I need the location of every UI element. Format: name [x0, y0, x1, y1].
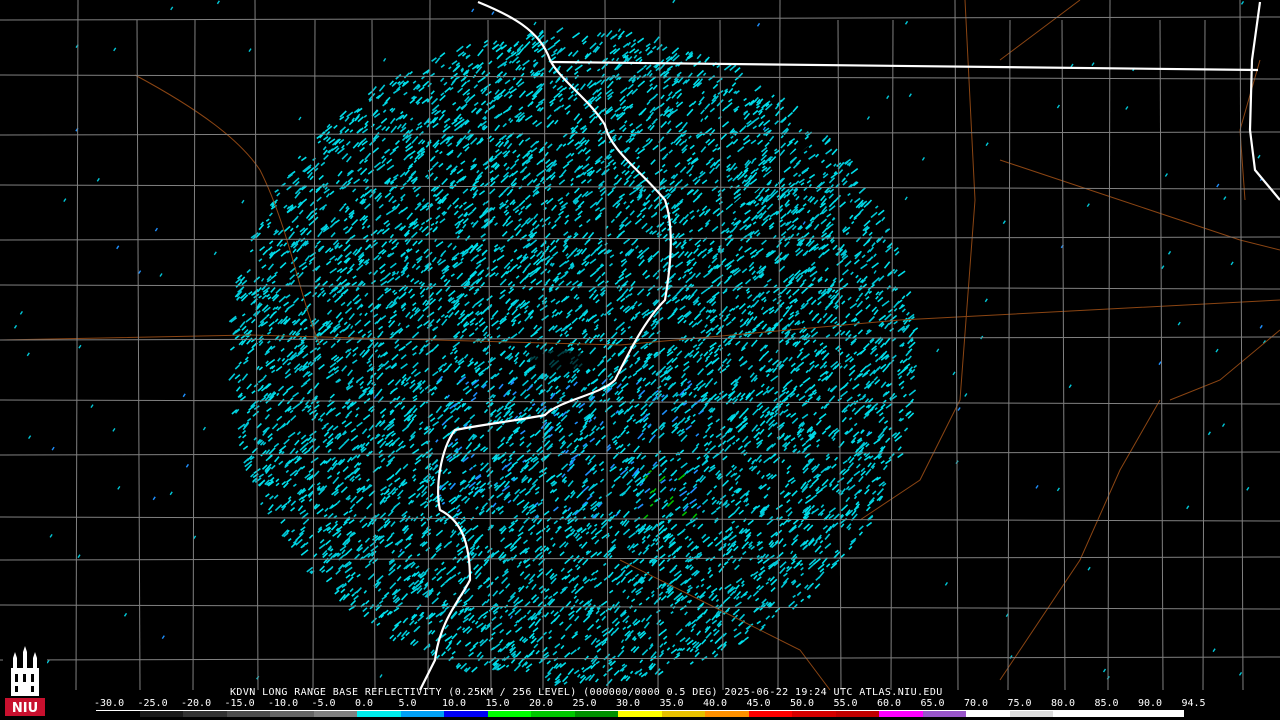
radar-map	[0, 0, 1280, 720]
map-background	[0, 0, 1280, 720]
